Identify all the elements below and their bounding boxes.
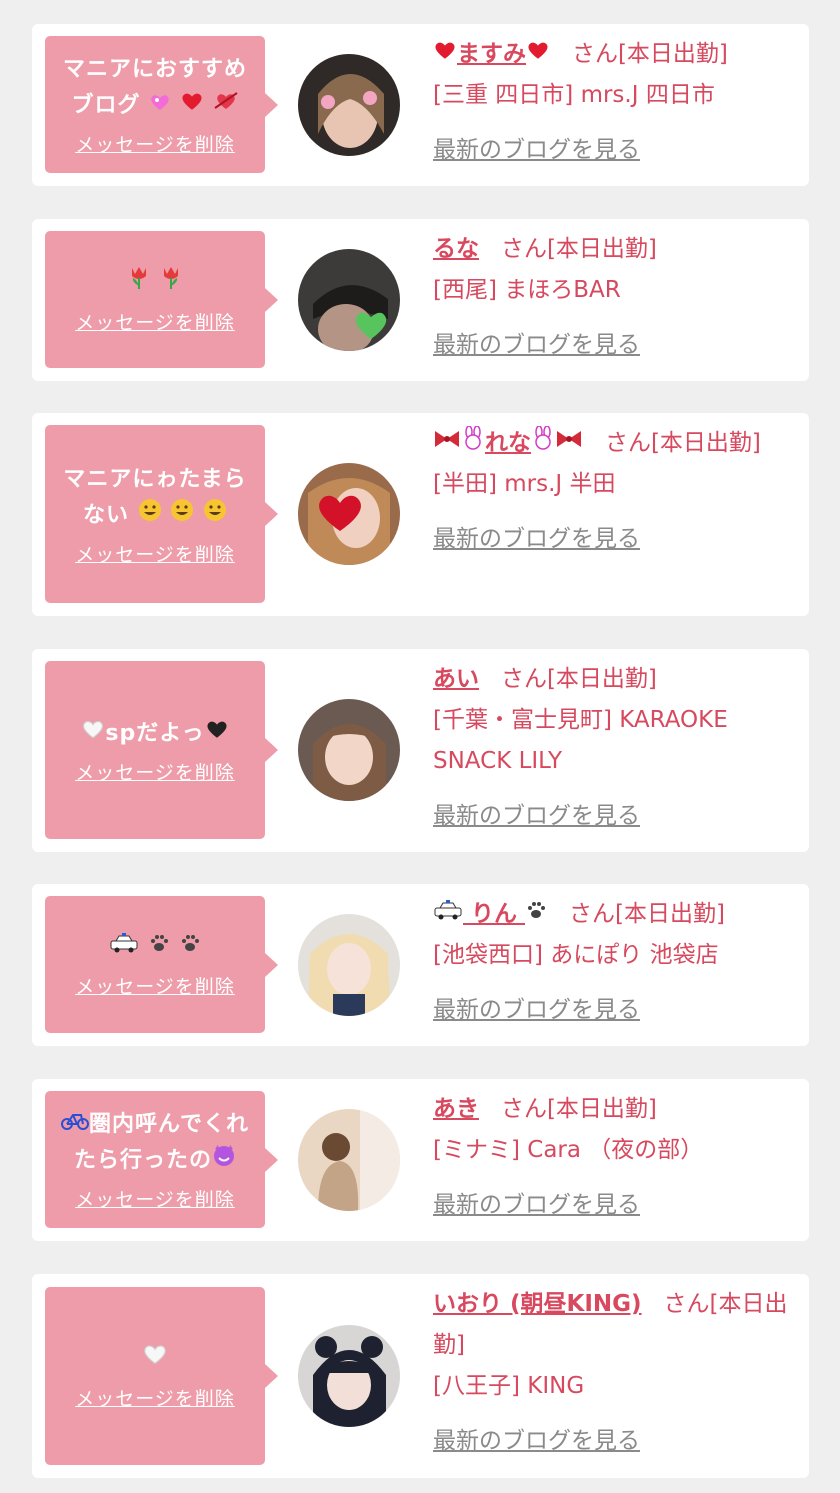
- red-heart-icon: [180, 88, 204, 124]
- tulip-icon: [127, 264, 151, 302]
- cast-card: 圏内呼んでくれたら行ったの メッセージを削除 あき さん[本日出勤] [ミナミ]…: [32, 1079, 809, 1241]
- latest-blog-link[interactable]: 最新のブログを見る: [433, 130, 793, 171]
- black-heart-icon: [205, 716, 229, 752]
- message-text: [142, 1342, 168, 1378]
- white-heart-icon: [142, 1342, 168, 1378]
- paw-icon: [148, 930, 170, 966]
- cast-name-link[interactable]: あい: [433, 666, 479, 692]
- cast-info: れな さん[本日出勤] [半田] mrs.J 半田 最新のブログを見る: [433, 423, 793, 560]
- cast-name-link[interactable]: れな: [433, 425, 583, 456]
- message-text: [109, 930, 200, 966]
- latest-blog-link[interactable]: 最新のブログを見る: [433, 796, 793, 837]
- message-text: マニアにおすすめブログ: [55, 52, 255, 124]
- message-text: spだよっ: [81, 716, 228, 752]
- cast-name-link[interactable]: ますみ: [433, 41, 550, 67]
- latest-blog-link[interactable]: 最新のブログを見る: [433, 990, 793, 1031]
- cast-info: りん さん[本日出勤] [池袋西口] あにぽり 池袋店 最新のブログを見る: [433, 894, 793, 1031]
- ribbon-icon: [433, 423, 461, 464]
- message-bubble: spだよっ メッセージを削除: [45, 661, 278, 839]
- cast-card: メッセージを削除 いおり (朝昼KING) さん[本日出勤] [八王子] KIN…: [32, 1274, 809, 1478]
- cast-status: さん[本日出勤]: [500, 236, 657, 262]
- delete-message-link[interactable]: メッセージを削除: [75, 758, 235, 785]
- cast-card: メッセージを削除 りん さん[本日出勤] [池袋西口] あにぽり 池袋店 最新の…: [32, 884, 809, 1046]
- latest-blog-link[interactable]: 最新のブログを見る: [433, 325, 793, 366]
- message-bubble: マニアにゎたまらない メッセージを削除: [45, 425, 278, 603]
- sparkle-heart-icon: [149, 88, 171, 124]
- latest-blog-link[interactable]: 最新のブログを見る: [433, 519, 793, 560]
- message-text: 圏内呼んでくれたら行ったの: [51, 1107, 259, 1179]
- message-text: [127, 264, 184, 302]
- latest-blog-link[interactable]: 最新のブログを見る: [433, 1185, 793, 1226]
- shop-label: [八王子] KING: [433, 1373, 585, 1399]
- cast-info: あい さん[本日出勤] [千葉・富士見町] KARAOKE SNACK LILY…: [433, 659, 793, 837]
- avatar[interactable]: [298, 54, 400, 156]
- smile-icon: [138, 498, 162, 534]
- avatar[interactable]: [298, 463, 400, 565]
- smile-icon: [170, 498, 194, 534]
- message-text: マニアにゎたまらない: [55, 462, 255, 534]
- latest-blog-link[interactable]: 最新のブログを見る: [433, 1421, 793, 1462]
- delete-message-link[interactable]: メッセージを削除: [75, 540, 235, 567]
- delete-message-link[interactable]: メッセージを削除: [75, 972, 235, 999]
- avatar[interactable]: [298, 914, 400, 1016]
- shop-label: [ミナミ] Cara （夜の部）: [433, 1137, 704, 1163]
- red-heart-icon: [526, 34, 550, 75]
- cast-info: あき さん[本日出勤] [ミナミ] Cara （夜の部） 最新のブログを見る: [433, 1089, 793, 1226]
- shop-label: [半田] mrs.J 半田: [433, 471, 616, 497]
- cast-status: さん[本日出勤]: [604, 430, 761, 456]
- cast-card: マニアにゎたまらない メッセージを削除 れな さん[本日出勤] [半田] mrs…: [32, 413, 809, 616]
- shop-label: [西尾] まほろBAR: [433, 277, 621, 303]
- white-heart-icon: [81, 716, 105, 752]
- cast-status: さん[本日出勤]: [500, 1096, 657, 1122]
- cast-name-link[interactable]: るな: [433, 236, 479, 262]
- delete-message-link[interactable]: メッセージを削除: [75, 1185, 235, 1212]
- shop-label: [三重 四日市] mrs.J 四日市: [433, 82, 715, 108]
- cast-info: ますみ さん[本日出勤] [三重 四日市] mrs.J 四日市 最新のブログを見…: [433, 34, 793, 171]
- message-bubble: メッセージを削除: [45, 1287, 278, 1465]
- cast-status: さん[本日出勤]: [568, 901, 725, 927]
- message-bubble: メッセージを削除: [45, 231, 278, 368]
- message-bubble: メッセージを削除: [45, 896, 278, 1033]
- cast-info: るな さん[本日出勤] [西尾] まほろBAR 最新のブログを見る: [433, 229, 793, 366]
- ribbon-icon: [555, 423, 583, 464]
- smile-icon: [203, 498, 227, 534]
- cast-status: さん[本日出勤]: [500, 666, 657, 692]
- shop-label: [千葉・富士見町] KARAOKE SNACK LILY: [433, 707, 728, 774]
- cast-status: さん[本日出勤]: [571, 41, 728, 67]
- cast-card: spだよっ メッセージを削除 あい さん[本日出勤] [千葉・富士見町] KAR…: [32, 649, 809, 852]
- paw-icon: [179, 930, 201, 966]
- avatar[interactable]: [298, 249, 400, 351]
- shop-label: [池袋西口] あにぽり 池袋店: [433, 942, 719, 968]
- heart-arrow-icon: [213, 88, 239, 124]
- delete-message-link[interactable]: メッセージを削除: [75, 308, 235, 335]
- bicycle-icon: [61, 1107, 90, 1143]
- tulip-icon: [159, 264, 183, 302]
- police-car-icon: [109, 930, 139, 966]
- red-heart-icon: [433, 34, 457, 75]
- police-car-icon: [433, 894, 463, 935]
- delete-message-link[interactable]: メッセージを削除: [75, 1384, 235, 1411]
- cast-name-link[interactable]: りん: [433, 900, 547, 927]
- avatar[interactable]: [298, 1325, 400, 1427]
- cast-name-link[interactable]: あき: [433, 1096, 479, 1122]
- paw-icon: [525, 894, 547, 935]
- cast-card: マニアにおすすめブログ メッセージを削除 ますみ さん[本日出勤] [三重 四日…: [32, 24, 809, 186]
- cast-info: いおり (朝昼KING) さん[本日出勤] [八王子] KING 最新のブログを…: [433, 1284, 793, 1462]
- rabbit-icon: [531, 423, 555, 464]
- delete-message-link[interactable]: メッセージを削除: [75, 130, 235, 157]
- cast-name-link[interactable]: いおり (朝昼KING): [433, 1291, 642, 1317]
- cast-card: メッセージを削除 るな さん[本日出勤] [西尾] まほろBAR 最新のブログを…: [32, 219, 809, 381]
- rabbit-icon: [461, 423, 485, 464]
- smiling-devil-icon: [212, 1143, 236, 1179]
- message-bubble: マニアにおすすめブログ メッセージを削除: [45, 36, 278, 173]
- avatar[interactable]: [298, 1109, 400, 1211]
- avatar[interactable]: [298, 699, 400, 801]
- message-bubble: 圏内呼んでくれたら行ったの メッセージを削除: [45, 1091, 278, 1228]
